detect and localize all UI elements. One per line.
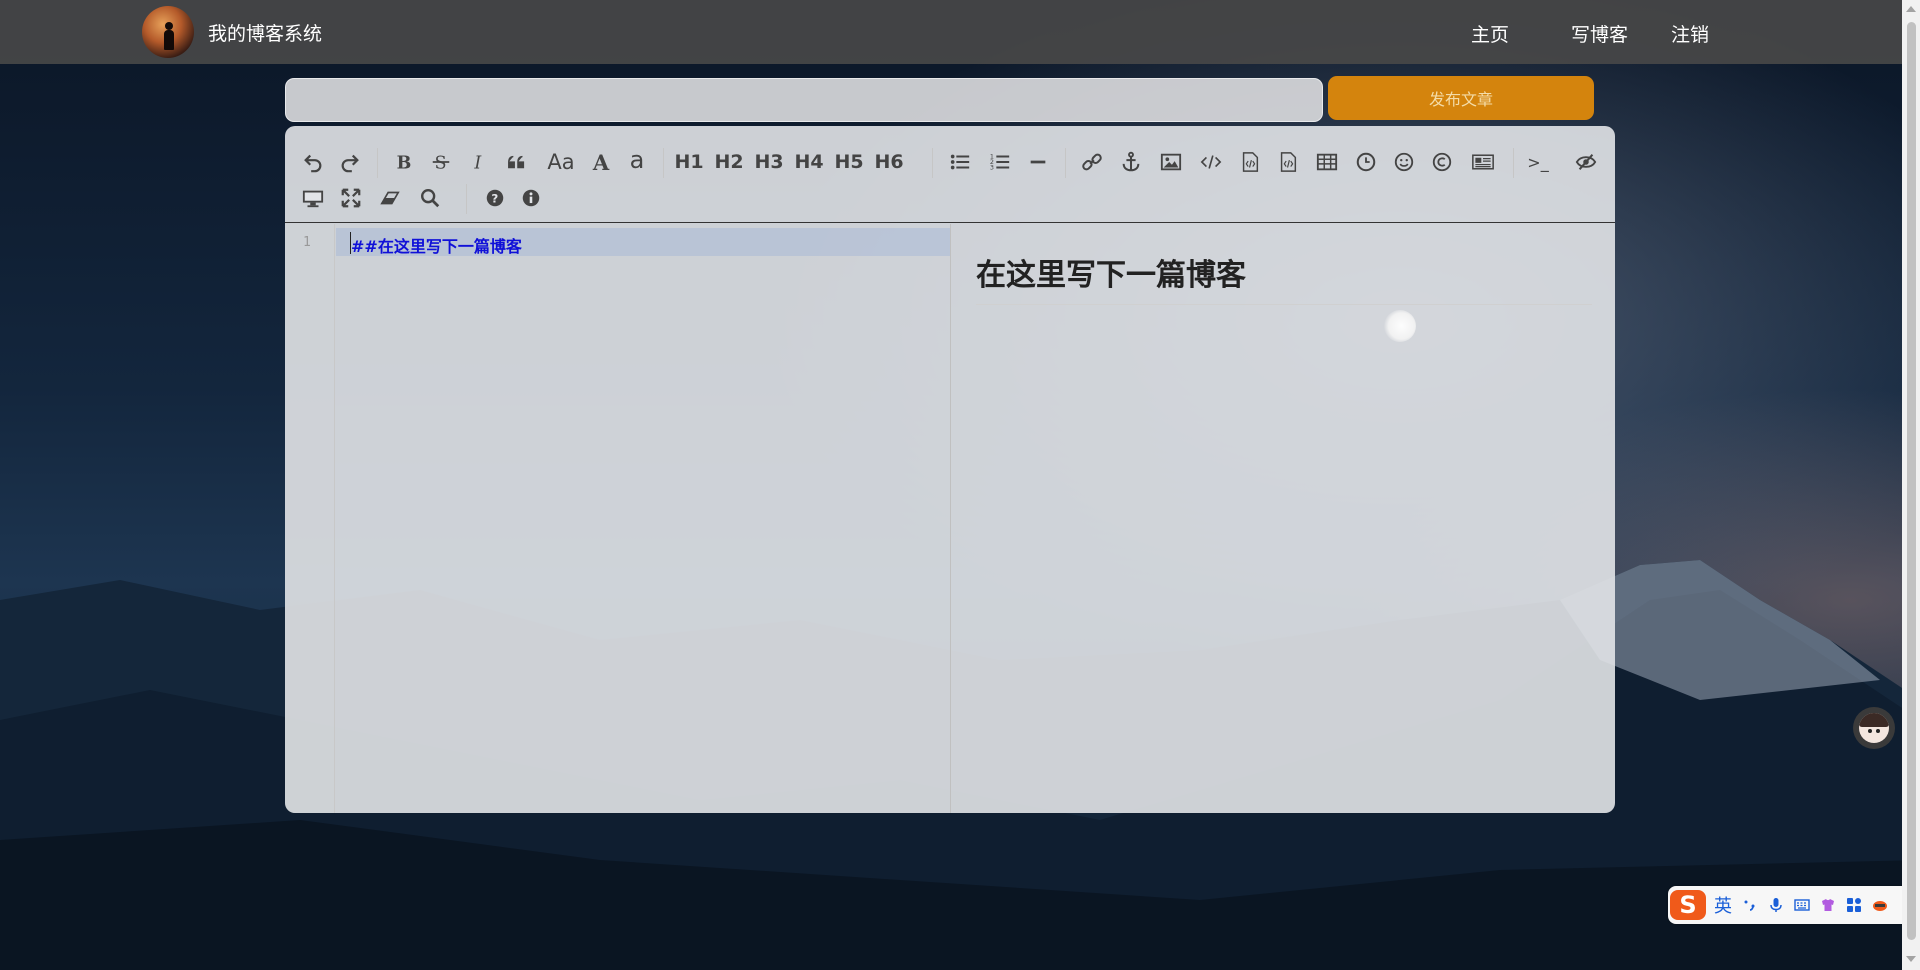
datetime-icon[interactable]: [1350, 146, 1382, 178]
unordered-list-icon[interactable]: [944, 146, 976, 178]
markdown-preview: 在这里写下一篇博客: [951, 224, 1615, 813]
markdown-source-text[interactable]: ##在这里写下一篇博客: [351, 233, 522, 257]
line-number: 1: [303, 235, 311, 250]
article-title-input[interactable]: [285, 78, 1323, 122]
info-icon[interactable]: [515, 182, 547, 214]
svg-text:3: 3: [990, 163, 994, 171]
preview-heading: 在这里写下一篇博客: [976, 250, 1592, 305]
nav-home-link[interactable]: 主页: [1471, 20, 1509, 47]
code-block-icon[interactable]: [1234, 146, 1266, 178]
nav-links: 主页 写博客 注销: [0, 0, 1920, 64]
lowercase-icon[interactable]: a: [621, 144, 653, 176]
ime-keyboard-icon[interactable]: [1794, 897, 1810, 913]
search-icon[interactable]: [414, 182, 446, 214]
h2-button[interactable]: H2: [711, 146, 747, 178]
navbar: 我的博客系统 主页 写博客 注销: [0, 0, 1920, 64]
fullscreen-icon[interactable]: [335, 182, 367, 214]
nav-write-link[interactable]: 写博客: [1571, 20, 1628, 47]
h6-button[interactable]: H6: [871, 146, 907, 178]
redo-icon[interactable]: [334, 146, 366, 178]
ime-mode-toggle[interactable]: 英: [1714, 892, 1732, 918]
link-icon[interactable]: [1076, 146, 1108, 178]
pagebreak-icon[interactable]: [1465, 146, 1501, 178]
html-entities-icon[interactable]: [1426, 146, 1458, 178]
h1-button[interactable]: H1: [671, 146, 707, 178]
ime-mascot-icon[interactable]: [1872, 897, 1888, 913]
strikethrough-icon[interactable]: S: [425, 146, 457, 178]
scrollbar-thumb[interactable]: [1907, 22, 1916, 940]
scroll-up-arrow-icon[interactable]: [1906, 6, 1916, 12]
svg-text:B: B: [397, 153, 412, 173]
ime-toolbar: S 英: [1668, 886, 1904, 924]
svg-text:?: ?: [491, 192, 498, 206]
italic-icon[interactable]: I: [463, 146, 495, 178]
image-icon[interactable]: [1155, 146, 1187, 178]
ime-logo-icon[interactable]: S: [1670, 890, 1706, 920]
undo-icon[interactable]: [297, 146, 329, 178]
font-size-icon[interactable]: Aa: [541, 146, 581, 178]
horizontal-rule-icon[interactable]: [1022, 146, 1054, 178]
moon-decoration: [1384, 310, 1416, 342]
assistant-face-icon: [1859, 713, 1889, 743]
bold-icon[interactable]: B: [387, 146, 419, 178]
h3-button[interactable]: H3: [751, 146, 787, 178]
quote-icon[interactable]: [501, 146, 533, 178]
uppercase-icon[interactable]: A: [585, 146, 617, 178]
assistant-avatar-button[interactable]: [1853, 707, 1895, 749]
svg-text:S: S: [435, 153, 447, 173]
publish-button[interactable]: 发布文章: [1328, 76, 1594, 120]
h4-button[interactable]: H4: [791, 146, 827, 178]
watch-icon[interactable]: [297, 182, 329, 214]
h5-button[interactable]: H5: [831, 146, 867, 178]
ime-microphone-icon[interactable]: [1768, 897, 1784, 913]
markdown-editor: B S I Aa A a H1 H2 H3 H4 H5 H6 123 >_ ? …: [285, 126, 1615, 813]
line-number-gutter: 1: [285, 224, 335, 813]
editor-toolbar: B S I Aa A a H1 H2 H3 H4 H5 H6 123 >_ ?: [285, 126, 1615, 223]
table-icon[interactable]: [1311, 146, 1343, 178]
scroll-down-arrow-icon[interactable]: [1906, 956, 1916, 962]
ime-skin-icon[interactable]: [1820, 897, 1836, 913]
hide-preview-icon[interactable]: [1570, 146, 1602, 178]
ordered-list-icon[interactable]: 123: [984, 146, 1016, 178]
eraser-icon[interactable]: [374, 182, 406, 214]
svg-text:I: I: [473, 153, 482, 173]
preformatted-code-icon[interactable]: [1272, 146, 1304, 178]
ime-punctuation-icon[interactable]: [1742, 897, 1758, 913]
ime-apps-icon[interactable]: [1846, 897, 1862, 913]
terminal-icon[interactable]: >_: [1522, 146, 1554, 178]
page-scrollbar[interactable]: [1902, 0, 1920, 970]
emoji-icon[interactable]: [1388, 146, 1420, 178]
nav-logout-link[interactable]: 注销: [1671, 20, 1709, 47]
anchor-icon[interactable]: [1115, 146, 1147, 178]
inline-code-icon[interactable]: [1195, 146, 1227, 178]
help-icon[interactable]: ?: [479, 182, 511, 214]
